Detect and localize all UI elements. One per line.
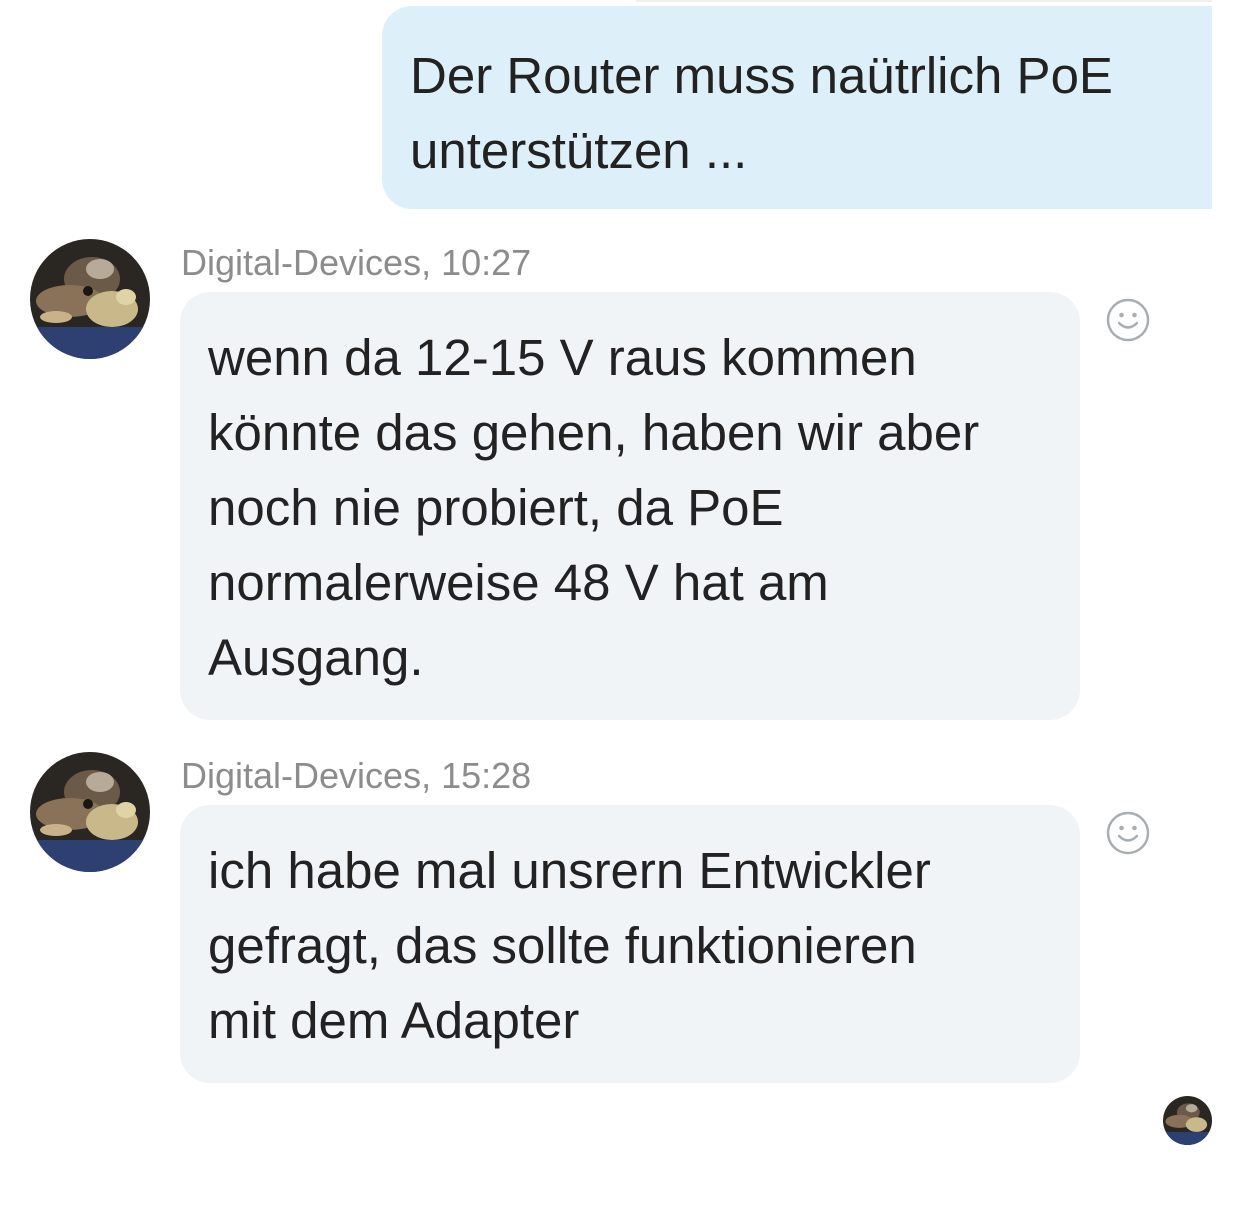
smiley-icon[interactable]	[1106, 298, 1150, 342]
message-line: noch nie probiert, da PoE	[208, 479, 784, 536]
message-line: normalerweise 48 V hat am	[208, 554, 829, 611]
message-line: ich habe mal unsrern Entwickler	[208, 842, 931, 899]
message-line: wenn da 12-15 V raus kommen	[208, 329, 917, 386]
sender-avatar[interactable]	[30, 239, 150, 359]
top-divider	[636, 0, 1212, 2]
smiley-icon[interactable]	[1106, 811, 1150, 855]
avatar-image	[30, 239, 150, 359]
read-receipt-avatar	[1163, 1096, 1212, 1145]
message-line: gefragt, das sollte funktionieren	[208, 917, 917, 974]
outgoing-message-bubble[interactable]: Der Router muss naütrlich PoE unterstütz…	[382, 6, 1212, 209]
avatar-image	[30, 752, 150, 872]
message-line: mit dem Adapter	[208, 992, 580, 1049]
incoming-message-bubble[interactable]: wenn da 12-15 V raus kommen könnte das g…	[180, 292, 1080, 720]
sender-name-timestamp: Digital-Devices, 15:28	[181, 755, 532, 796]
message-line: Der Router muss naütrlich PoE	[410, 47, 1113, 104]
message-line: könnte das gehen, haben wir aber	[208, 404, 980, 461]
incoming-message-bubble[interactable]: ich habe mal unsrern Entwickler gefragt,…	[180, 805, 1080, 1083]
message-line: unterstützen ...	[410, 122, 748, 179]
sender-name-timestamp: Digital-Devices, 10:27	[181, 242, 532, 283]
message-line: Ausgang.	[208, 629, 424, 686]
sender-avatar[interactable]	[30, 752, 150, 872]
